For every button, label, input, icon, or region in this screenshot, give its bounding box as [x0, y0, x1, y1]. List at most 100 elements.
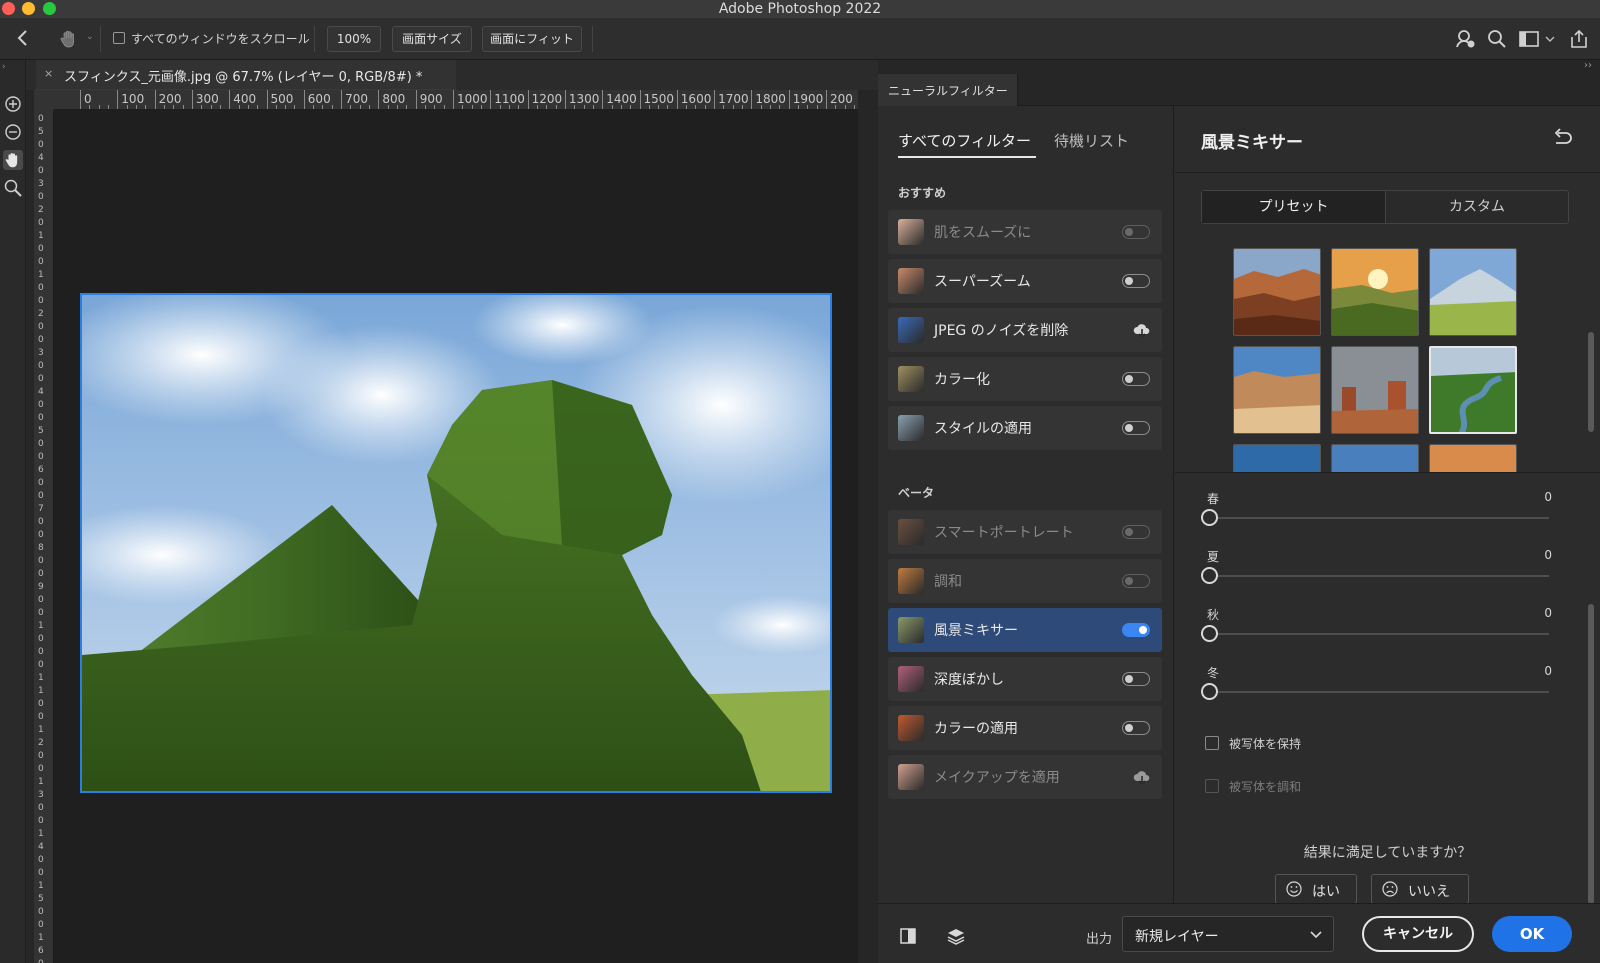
ruler-tick-digit: 5 — [38, 426, 44, 436]
preset-thumbnail-9[interactable] — [1429, 444, 1517, 472]
harmonize-subject-checkbox[interactable] — [1205, 779, 1219, 793]
before-after-compare-icon[interactable] — [898, 926, 918, 946]
filter-item[interactable]: スーパーズーム — [888, 259, 1162, 303]
search-icon[interactable] — [1486, 28, 1508, 50]
ruler-major-tick — [117, 90, 119, 109]
season-slider-knob[interactable] — [1201, 683, 1218, 700]
document-image-sphinx-landscape[interactable] — [80, 293, 832, 793]
workspace-layout-icon[interactable] — [1518, 28, 1540, 50]
frown-face-icon — [1382, 881, 1398, 897]
share-user-icon[interactable] — [1454, 28, 1476, 50]
filter-item[interactable]: 風景ミキサー — [888, 608, 1162, 652]
filter-toggle[interactable] — [1122, 721, 1150, 735]
filter-toggle[interactable] — [1122, 574, 1150, 588]
ruler-minor-tick — [285, 105, 287, 109]
filter-toggle[interactable] — [1122, 274, 1150, 288]
season-slider-value: 0 — [1544, 490, 1552, 504]
preset-thumbnail-8[interactable] — [1331, 444, 1419, 472]
season-slider-track[interactable] — [1217, 575, 1549, 577]
filter-item[interactable]: JPEG のノイズを削除 — [888, 308, 1162, 352]
layer-preview-icon[interactable] — [946, 926, 966, 946]
filter-toggle[interactable] — [1122, 421, 1150, 435]
document-tab[interactable]: × スフィンクス_元画像.jpg @ 67.7% (レイヤー 0, RGB/8#… — [36, 60, 456, 90]
zoom-out-tool-icon[interactable] — [3, 122, 23, 142]
filter-item[interactable]: スマートポートレート — [888, 510, 1162, 554]
share-export-icon[interactable] — [1568, 28, 1590, 50]
preset-thumbnail-desert-rocks[interactable] — [1233, 346, 1321, 434]
filter-item[interactable]: メイクアップを適用 — [888, 755, 1162, 799]
season-slider-track[interactable] — [1217, 633, 1549, 635]
ruler-tick-digit: 0 — [38, 413, 44, 423]
ruler-minor-tick — [462, 105, 464, 109]
horizontal-ruler[interactable]: 0 100 200 300 400 500 600 700 800 900 1000 1100 1200… — [54, 90, 858, 110]
filter-item[interactable]: スタイルの適用 — [888, 406, 1162, 450]
divider — [1175, 472, 1600, 473]
zoom-in-tool-icon[interactable] — [3, 94, 23, 114]
ruler-major-tick — [229, 90, 231, 109]
cancel-button[interactable]: キャンセル — [1362, 916, 1474, 952]
ruler-major-tick — [378, 90, 380, 109]
ruler-tick-label: 200 — [158, 92, 182, 106]
back-chevron-icon[interactable] — [14, 28, 32, 48]
title-bar: Adobe Photoshop 2022 — [0, 0, 1600, 18]
cloud-download-icon[interactable] — [1132, 767, 1152, 787]
ruler-minor-tick — [443, 105, 445, 109]
tool-preset-caret-icon[interactable]: ⌄ — [86, 32, 94, 42]
hand-tool-icon[interactable] — [3, 150, 23, 170]
ruler-tick-label: 1200 — [531, 92, 563, 106]
preset-thumbnail-7[interactable] — [1233, 444, 1321, 472]
hand-tool-icon[interactable] — [58, 28, 80, 50]
ruler-minor-tick — [658, 105, 660, 109]
segment-preset[interactable]: プリセット — [1202, 191, 1386, 223]
ok-button[interactable]: OK — [1492, 916, 1572, 952]
feedback-yes-button[interactable]: はい — [1275, 874, 1357, 904]
ruler-minor-tick — [135, 105, 137, 109]
zoom-100-button[interactable]: 100% — [327, 26, 381, 52]
scroll-all-windows-checkbox[interactable] — [113, 32, 125, 44]
filter-toggle[interactable] — [1122, 225, 1150, 239]
filter-item-label: メイクアップを適用 — [934, 770, 1060, 786]
cloud-download-icon[interactable] — [1132, 320, 1152, 340]
ruler-origin[interactable] — [34, 90, 54, 110]
fill-screen-button[interactable]: 画面にフィット — [482, 26, 582, 52]
output-select[interactable]: 新規レイヤー — [1122, 916, 1334, 952]
workspace-caret-icon[interactable] — [1544, 28, 1556, 50]
close-document-icon[interactable]: × — [44, 67, 53, 80]
season-slider-knob[interactable] — [1201, 567, 1218, 584]
preset-thumbnail-river-valley-selected[interactable] — [1429, 346, 1517, 434]
filter-toggle[interactable] — [1122, 672, 1150, 686]
ruler-minor-tick — [238, 105, 240, 109]
output-value: 新規レイヤー — [1135, 929, 1219, 945]
season-slider-knob[interactable] — [1201, 509, 1218, 526]
ruler-tick-digit: 0 — [38, 920, 44, 930]
filter-toggle[interactable] — [1122, 623, 1150, 637]
filter-item[interactable]: 調和 — [888, 559, 1162, 603]
fit-screen-size-button[interactable]: 画面サイズ — [392, 26, 472, 52]
season-slider-knob[interactable] — [1201, 625, 1218, 642]
panel-collapse-icon[interactable]: ›› — [1584, 60, 1592, 71]
presets-scrollbar[interactable] — [1588, 332, 1594, 432]
preserve-subject-checkbox[interactable] — [1205, 736, 1219, 750]
tab-waitlist[interactable]: 待機リスト — [1054, 130, 1129, 151]
neural-filters-panel-tab[interactable]: ニューラルフィルター — [878, 74, 1018, 106]
filter-toggle[interactable] — [1122, 372, 1150, 386]
filter-toggle[interactable] — [1122, 525, 1150, 539]
filter-item[interactable]: カラーの適用 — [888, 706, 1162, 750]
preset-thumbnail-sunset-hills[interactable] — [1331, 248, 1419, 336]
preset-thumbnail-canyon[interactable] — [1233, 248, 1321, 336]
zoom-tool-icon[interactable] — [3, 178, 23, 198]
preset-thumbnail-mountain-meadow[interactable] — [1429, 248, 1517, 336]
season-slider-track[interactable] — [1217, 517, 1549, 519]
feedback-no-button[interactable]: いいえ — [1371, 874, 1469, 904]
ruler-tick-digit: 5 — [38, 894, 44, 904]
preset-thumbnail-monument-valley[interactable] — [1331, 346, 1419, 434]
filter-item[interactable]: カラー化 — [888, 357, 1162, 401]
tools-expand-icon[interactable]: › — [2, 62, 6, 72]
season-slider-track[interactable] — [1217, 691, 1549, 693]
vertical-ruler[interactable]: 0 5 0 4 0 3 0 2 0 1 0 0 1 0 0 2 0 0 3 0 0 4 0 0 5 0 0 6 0 0 7 0 0 8 0 0 9 0 0 1… — [34, 110, 54, 963]
reset-parameters-icon[interactable] — [1552, 128, 1574, 148]
tab-all-filters[interactable]: すべてのフィルター — [898, 130, 1031, 151]
filter-item[interactable]: 肌をスムーズに — [888, 210, 1162, 254]
segment-custom[interactable]: カスタム — [1386, 191, 1568, 223]
filter-item[interactable]: 深度ぼかし — [888, 657, 1162, 701]
